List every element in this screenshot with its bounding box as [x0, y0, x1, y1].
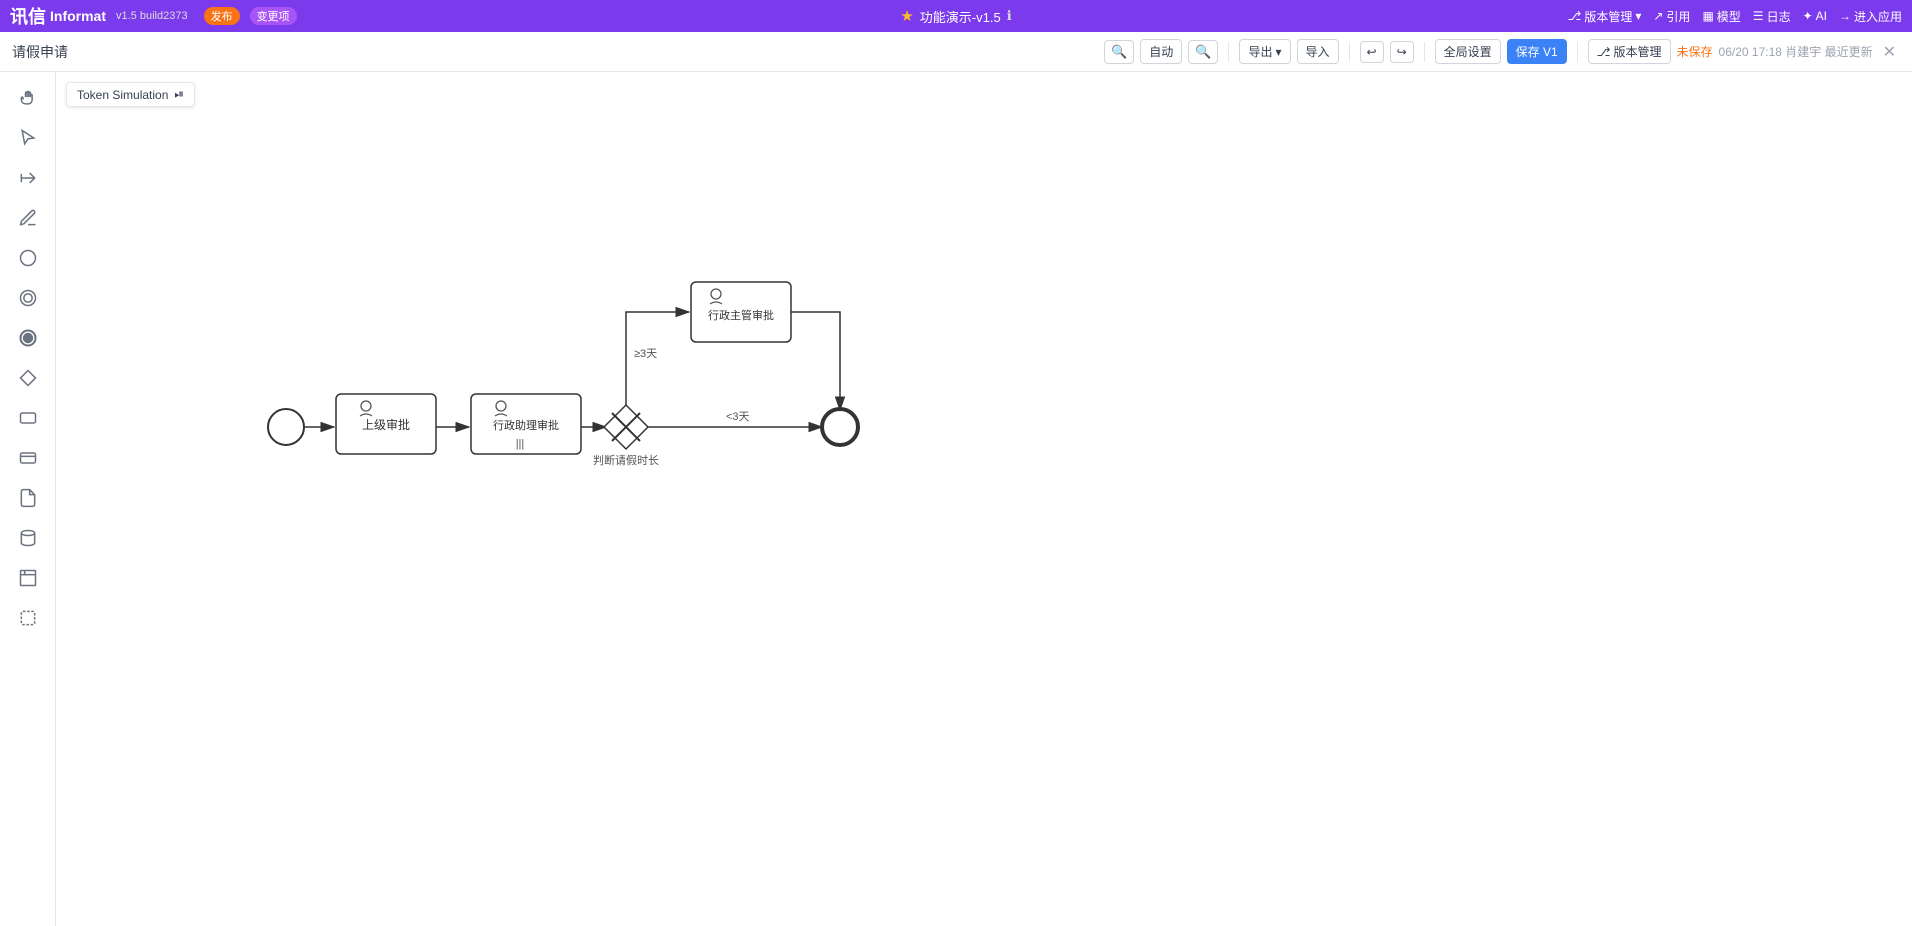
export-arrow-icon: ▾ [1275, 45, 1281, 59]
undo-button[interactable]: ↩ [1360, 41, 1384, 63]
end-event-tool[interactable] [10, 320, 46, 356]
chevron-down-icon: ▾ [1635, 9, 1641, 23]
task-admin-supervisor-approval [691, 282, 791, 342]
import-button[interactable]: 导入 [1297, 39, 1339, 64]
ai-nav[interactable]: ✦ AI [1803, 9, 1827, 23]
gateway-duration [604, 405, 648, 449]
log-nav[interactable]: ☰ 日志 [1753, 8, 1791, 25]
sep4 [1577, 42, 1578, 62]
circle-tool[interactable] [10, 240, 46, 276]
undo-icon: ↩ [1367, 45, 1377, 59]
rect-tool[interactable] [10, 400, 46, 436]
svg-text:行政主管审批: 行政主管审批 [708, 308, 774, 322]
ai-icon: ✦ [1803, 9, 1813, 23]
ring-tool[interactable] [10, 280, 46, 316]
redo-button[interactable]: ↪ [1390, 41, 1414, 63]
svg-text:行政助理审批: 行政助理审批 [493, 418, 559, 432]
model-label: 模型 [1717, 8, 1741, 25]
timestamp-label: 06/20 17:18 肖建宇 最近更新 [1719, 43, 1873, 60]
model-icon: ▦ [1702, 9, 1713, 23]
version-badge: v1.5 build2373 [116, 10, 188, 22]
model-nav[interactable]: ▦ 模型 [1702, 8, 1740, 25]
enter-app-nav[interactable]: → 进入应用 [1839, 8, 1902, 25]
import-label: 导入 [1306, 43, 1330, 60]
pen-tool[interactable] [10, 200, 46, 236]
version-mgr-nav[interactable]: ⎇ 版本管理 ▾ [1567, 8, 1641, 25]
auto-label: 自动 [1149, 43, 1173, 60]
save-v1-label: 保存 V1 [1516, 43, 1558, 60]
close-button[interactable]: ✕ [1879, 42, 1900, 62]
log-icon: ☰ [1753, 9, 1764, 23]
enter-app-label: 进入应用 [1854, 8, 1902, 25]
logo-text: Informat [50, 8, 106, 24]
svg-text:≥3天: ≥3天 [634, 348, 657, 360]
lasso-tool[interactable] [10, 600, 46, 636]
enter-app-icon: → [1839, 9, 1851, 23]
logo-icon: 讯信 [10, 3, 46, 29]
diamond-tool[interactable] [10, 360, 46, 396]
global-settings-label: 全局设置 [1444, 43, 1492, 60]
global-settings-button[interactable]: 全局设置 [1435, 39, 1501, 64]
version-mgr-button[interactable]: ⎇ 版本管理 [1588, 39, 1671, 64]
bpmn-diagram: 上级审批 行政助理审批 ||| 判断请假时长 ≥3天 [56, 72, 1912, 926]
cursor-tool[interactable] [10, 120, 46, 156]
reference-nav[interactable]: ↗ 引用 [1653, 8, 1690, 25]
sep1 [1228, 42, 1229, 62]
end-event [822, 409, 858, 445]
version-mgr-toolbar-icon: ⎇ [1597, 45, 1611, 59]
reference-label: 引用 [1666, 8, 1690, 25]
reference-icon: ↗ [1653, 9, 1663, 23]
page-title: 请假申请 [12, 42, 68, 62]
svg-text:上级审批: 上级审批 [362, 417, 410, 432]
connect-tool[interactable] [10, 160, 46, 196]
publish-badge[interactable]: 发布 [204, 7, 240, 25]
start-event [268, 409, 304, 445]
zoom-out-button[interactable]: 🔍 [1104, 40, 1134, 64]
token-simulation-badge[interactable]: Token Simulation ⏯ [66, 82, 195, 107]
sep2 [1349, 42, 1350, 62]
zoom-in-button[interactable]: 🔍 [1188, 40, 1218, 64]
export-button[interactable]: 导出 ▾ [1239, 39, 1290, 64]
star-icon: ★ [900, 7, 913, 25]
sep3 [1424, 42, 1425, 62]
main-area: Token Simulation ⏯ 上级审批 [0, 72, 1912, 926]
nav-center: ★ 功能演示-v1.5 ℹ [900, 7, 1011, 26]
redo-icon: ↪ [1397, 45, 1407, 59]
note-tool[interactable] [10, 480, 46, 516]
version-mgr-label: 版本管理 [1584, 8, 1632, 25]
center-title: 功能演示-v1.5 [920, 7, 1001, 26]
task-supervisor-approval [336, 394, 436, 454]
toolbar: 请假申请 🔍 自动 🔍 导出 ▾ 导入 ↩ ↪ 全局设置 保存 V1 ⎇ 版本管… [0, 32, 1912, 72]
left-tools-panel [0, 72, 56, 926]
auto-button[interactable]: 自动 [1140, 39, 1182, 64]
canvas-area[interactable]: Token Simulation ⏯ 上级审批 [56, 72, 1912, 926]
log-label: 日志 [1767, 8, 1791, 25]
svg-text:判断请假时长: 判断请假时长 [593, 453, 659, 467]
svg-text:<3天: <3天 [726, 411, 750, 423]
task-admin-assistant-approval [471, 394, 581, 454]
hand-tool[interactable] [10, 80, 46, 116]
top-navbar: 讯信 Informat v1.5 build2373 发布 变更项 ★ 功能演示… [0, 0, 1912, 32]
token-sim-icon: ⏯ [174, 87, 184, 102]
nav-right: ⎇ 版本管理 ▾ ↗ 引用 ▦ 模型 ☰ 日志 ✦ AI → 进入应用 [1567, 8, 1902, 25]
version-mgr-toolbar-label: 版本管理 [1614, 43, 1662, 60]
zoom-out-icon: 🔍 [1111, 44, 1127, 60]
cylinder-tool[interactable] [10, 520, 46, 556]
unsaved-label: 未保存 [1677, 43, 1713, 60]
zoom-in-icon: 🔍 [1195, 44, 1211, 60]
logo: 讯信 Informat [10, 3, 106, 29]
info-icon: ℹ [1007, 8, 1012, 24]
frame-tool[interactable] [10, 560, 46, 596]
export-label: 导出 [1248, 43, 1272, 60]
save-v1-button[interactable]: 保存 V1 [1507, 39, 1567, 64]
change-badge[interactable]: 变更项 [250, 7, 297, 25]
svg-text:|||: ||| [516, 438, 525, 450]
version-mgr-icon: ⎇ [1567, 9, 1581, 23]
ai-label: AI [1816, 9, 1827, 23]
token-sim-label: Token Simulation [77, 88, 168, 102]
db-rect-tool[interactable] [10, 440, 46, 476]
